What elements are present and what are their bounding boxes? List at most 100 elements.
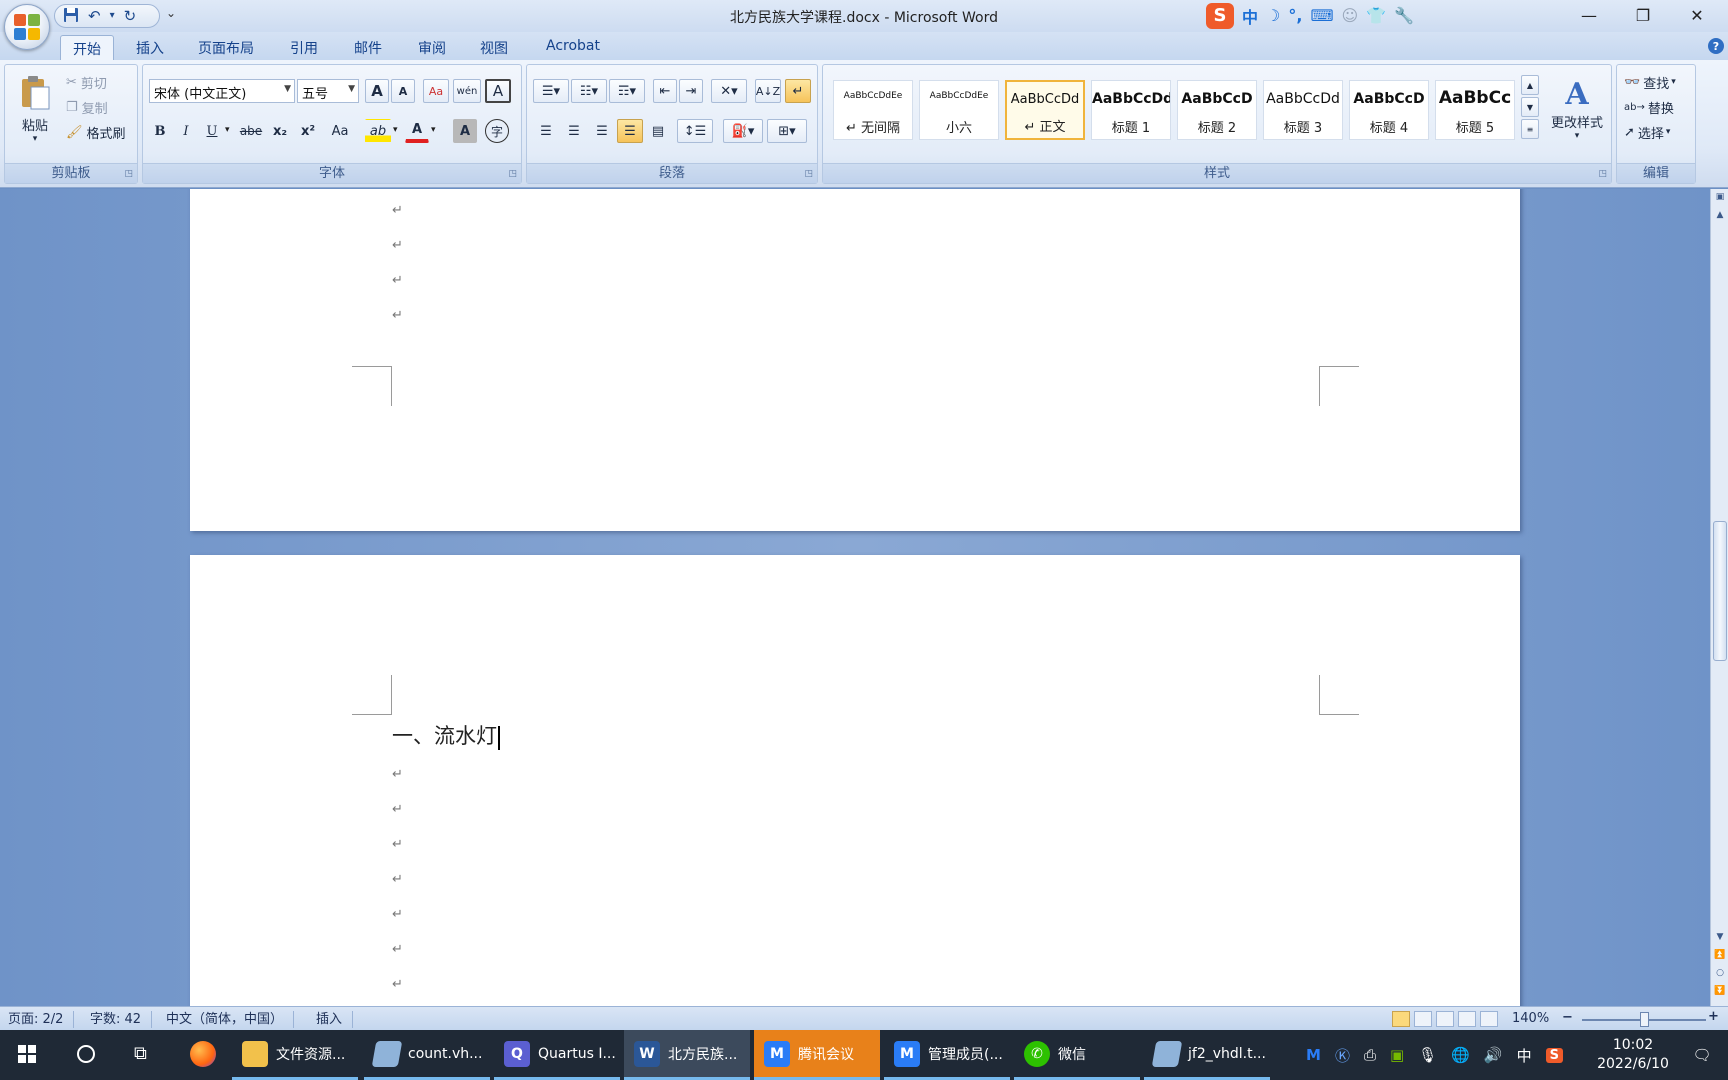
find-button[interactable]: 👓 查找 ▾ bbox=[1621, 71, 1679, 93]
tab-page-layout[interactable]: 页面布局 bbox=[186, 35, 266, 60]
half-width-icon[interactable]: ☽ bbox=[1266, 6, 1280, 25]
sogou-tray-icon[interactable]: S bbox=[1545, 1047, 1563, 1063]
scroll-thumb[interactable] bbox=[1713, 521, 1727, 661]
previous-page-icon[interactable]: ⏫ bbox=[1711, 947, 1728, 963]
strikethrough-button[interactable]: abe bbox=[237, 119, 265, 143]
distribute-button[interactable]: ▤ bbox=[645, 119, 671, 143]
taskbar-item-jf2-vhdl[interactable]: jf2_vhdl.t... bbox=[1144, 1030, 1270, 1080]
align-center-button[interactable]: ☰ bbox=[561, 119, 587, 143]
chevron-down-icon[interactable]: ▾ bbox=[393, 125, 398, 135]
network-icon[interactable]: 🌐 bbox=[1451, 1046, 1470, 1064]
font-size-combo[interactable]: 五号 ▼ bbox=[297, 79, 359, 103]
clear-format-button[interactable]: Aa bbox=[423, 79, 449, 103]
borders-button[interactable]: ⊞▾ bbox=[767, 119, 807, 143]
tab-review[interactable]: 审阅 bbox=[406, 35, 458, 60]
enclose-char-button[interactable]: 字 bbox=[485, 119, 509, 143]
format-painter-button[interactable]: 🖌 格式刷 bbox=[61, 121, 131, 143]
document-area[interactable]: ↵ ↵ ↵ ↵ 一、流水灯 ↵ ↵ ↵ ↵ ↵ ↵ ↵ bbox=[0, 189, 1710, 1006]
dialog-launcher-icon[interactable]: ◳ bbox=[804, 169, 813, 179]
minimize-button[interactable]: — bbox=[1566, 0, 1612, 30]
bold-button[interactable]: B bbox=[149, 119, 171, 143]
firefox-taskbar-button[interactable] bbox=[180, 1030, 224, 1080]
start-button[interactable] bbox=[6, 1030, 50, 1080]
phonetic-guide-button[interactable]: wén bbox=[453, 79, 481, 103]
taskbar-item-file-explorer[interactable]: 文件资源... bbox=[232, 1030, 358, 1080]
scroll-down-icon[interactable]: ▼ bbox=[1711, 929, 1728, 945]
settings-wrench-icon[interactable]: 🔧 bbox=[1394, 6, 1414, 25]
show-marks-button[interactable]: ↵ bbox=[785, 79, 811, 103]
zoom-in-button[interactable]: + bbox=[1708, 1009, 1719, 1024]
zoom-slider-thumb[interactable] bbox=[1640, 1012, 1649, 1027]
ruler-toggle-icon[interactable]: ▣ bbox=[1711, 189, 1728, 205]
task-view-button[interactable]: ⧉ bbox=[122, 1030, 170, 1080]
chevron-down-icon[interactable]: ▾ bbox=[225, 125, 230, 135]
shrink-font-button[interactable]: A bbox=[391, 79, 415, 103]
search-button[interactable] bbox=[62, 1030, 110, 1080]
highlight-button[interactable]: ab bbox=[365, 119, 391, 143]
outline-view-icon[interactable] bbox=[1458, 1011, 1476, 1027]
document-heading[interactable]: 一、流水灯 bbox=[392, 720, 500, 750]
close-button[interactable]: ✕ bbox=[1674, 0, 1720, 30]
char-shading-button[interactable]: A bbox=[453, 119, 477, 143]
font-color-button[interactable]: A bbox=[405, 119, 429, 143]
italic-button[interactable]: I bbox=[175, 119, 197, 143]
insert-mode-indicator[interactable]: 插入 bbox=[316, 1011, 354, 1028]
dialog-launcher-icon[interactable]: ◳ bbox=[124, 169, 133, 179]
increase-indent-button[interactable]: ⇥ bbox=[679, 79, 703, 103]
restore-button[interactable]: ❐ bbox=[1620, 0, 1666, 30]
subscript-button[interactable]: x₂ bbox=[267, 119, 293, 143]
decrease-indent-button[interactable]: ⇤ bbox=[653, 79, 677, 103]
gallery-scroll-up-button[interactable]: ▲ bbox=[1521, 75, 1539, 95]
clock[interactable]: 10:02 2022/6/10 bbox=[1590, 1036, 1676, 1074]
usb-icon[interactable]: ⎙ bbox=[1364, 1046, 1376, 1064]
tab-references[interactable]: 引用 bbox=[278, 35, 330, 60]
cut-button[interactable]: ✂ 剪切 bbox=[61, 71, 112, 93]
bullets-button[interactable]: ☰▾ bbox=[533, 79, 569, 103]
page-2[interactable]: 一、流水灯 ↵ ↵ ↵ ↵ ↵ ↵ ↵ bbox=[190, 555, 1520, 1006]
chinese-layout-button[interactable]: ✕▾ bbox=[711, 79, 747, 103]
shading-button[interactable]: ⛽▾ bbox=[723, 119, 763, 143]
dialog-launcher-icon[interactable]: ◳ bbox=[1598, 169, 1607, 179]
tab-mailings[interactable]: 邮件 bbox=[342, 35, 394, 60]
justify-button[interactable]: ☰ bbox=[617, 119, 643, 143]
align-left-button[interactable]: ☰ bbox=[533, 119, 559, 143]
style-no-spacing[interactable]: AaBbCcDdEe ↵ 无间隔 bbox=[833, 80, 913, 140]
select-button[interactable]: ➚ 选择 ▾ bbox=[1621, 121, 1673, 143]
next-page-icon[interactable]: ⏬ bbox=[1711, 983, 1728, 999]
taskbar-item-count-vhd[interactable]: count.vh... bbox=[364, 1030, 490, 1080]
word-count[interactable]: 字数: 42 bbox=[90, 1011, 153, 1028]
select-browse-object-icon[interactable]: ○ bbox=[1711, 965, 1728, 981]
sogou-logo-icon[interactable]: S bbox=[1206, 2, 1234, 29]
replace-button[interactable]: ab→ 替换 bbox=[1621, 96, 1677, 118]
help-icon[interactable]: ? bbox=[1708, 38, 1724, 54]
taskbar-item-tencent-meeting[interactable]: M 腾讯会议 bbox=[754, 1030, 880, 1080]
user-icon[interactable]: ☺ bbox=[1342, 6, 1359, 25]
taskbar-item-quartus[interactable]: Q Quartus I... bbox=[494, 1030, 620, 1080]
zoom-level[interactable]: 140% bbox=[1512, 1011, 1549, 1026]
tencent-meeting-tray-icon[interactable]: M bbox=[1306, 1046, 1321, 1064]
ime-tray-indicator[interactable]: 中 bbox=[1517, 1045, 1532, 1066]
taskbar-item-manage-members[interactable]: M 管理成员(... bbox=[884, 1030, 1010, 1080]
numbering-button[interactable]: ☷▾ bbox=[571, 79, 607, 103]
page-1[interactable]: ↵ ↵ ↵ ↵ bbox=[190, 189, 1520, 531]
style-normal[interactable]: AaBbCcDd ↵ 正文 bbox=[1005, 80, 1085, 140]
grow-font-button[interactable]: A bbox=[365, 79, 389, 103]
dialog-launcher-icon[interactable]: ◳ bbox=[508, 169, 517, 179]
font-name-combo[interactable]: 宋体 (中文正文) ▼ bbox=[149, 79, 295, 103]
ime-mode-chinese[interactable]: 中 bbox=[1242, 4, 1258, 28]
gallery-scroll-down-button[interactable]: ▼ bbox=[1521, 97, 1539, 117]
vertical-scrollbar[interactable]: ▣ ▲ ▼ ⏫ ○ ⏬ bbox=[1710, 189, 1728, 1006]
scroll-up-icon[interactable]: ▲ bbox=[1711, 207, 1728, 223]
change-styles-button[interactable]: A 更改样式 ▾ bbox=[1545, 69, 1609, 149]
app-tray-icon[interactable]: Ⓚ bbox=[1335, 1045, 1350, 1066]
full-screen-reading-view-icon[interactable] bbox=[1414, 1011, 1432, 1027]
taskbar-item-wechat[interactable]: ✆ 微信 bbox=[1014, 1030, 1140, 1080]
office-button[interactable] bbox=[4, 4, 50, 50]
nvidia-icon[interactable]: ▣ bbox=[1390, 1046, 1404, 1064]
copy-button[interactable]: ❐ 复制 bbox=[61, 96, 113, 118]
style-heading-1[interactable]: AaBbCcDd 标题 1 bbox=[1091, 80, 1171, 140]
style-heading-2[interactable]: AaBbCcD 标题 2 bbox=[1177, 80, 1257, 140]
change-case-button[interactable]: Aa bbox=[325, 119, 355, 143]
skin-icon[interactable]: 👕 bbox=[1366, 6, 1386, 25]
punctuation-icon[interactable]: °, bbox=[1288, 6, 1302, 25]
